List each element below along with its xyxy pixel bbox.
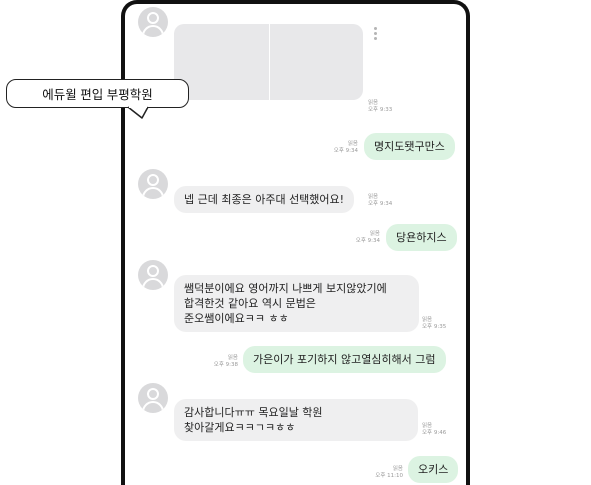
message-meta: 읽음 오후 9:35: [422, 317, 447, 330]
message-bubble-outgoing[interactable]: 가은이가 포기하지 않고열심히해서 그럼: [243, 346, 446, 373]
phone-frame: 읽음 오후 9:33 읽음 오후 9:34 명지도됏구만스 넵 근데 최종은 아…: [121, 0, 470, 485]
avatar[interactable]: [138, 7, 168, 37]
avatar[interactable]: [138, 169, 168, 199]
message-meta: 읽음 오후 11:10: [375, 466, 403, 479]
image-divider: [269, 24, 270, 100]
message-meta: 읽음 오후 9:34: [355, 231, 380, 244]
avatar[interactable]: [138, 260, 168, 290]
message-bubble-incoming[interactable]: 쌤덕분이에요 영어까지 나쁘게 보지않았기에 합격한것 같아요 역시 문법은 준…: [174, 275, 419, 332]
message-bubble-outgoing[interactable]: 명지도됏구만스: [364, 133, 455, 160]
message-meta: 읽음 오후 9:46: [422, 423, 447, 436]
message-bubble-outgoing[interactable]: 오키스: [408, 456, 459, 483]
avatar[interactable]: [138, 383, 168, 413]
message-bubble-outgoing[interactable]: 당욘하지스: [386, 224, 457, 251]
message-meta: 읽음 오후 9:33: [368, 100, 393, 113]
message-meta: 읽음 오후 9:34: [368, 194, 393, 207]
message-meta: 읽음 오후 9:34: [333, 141, 358, 154]
more-options-icon[interactable]: [374, 27, 377, 41]
message-meta: 읽음 오후 9:38: [213, 355, 238, 368]
academy-callout-label: 에듀윌 편입 부평학원: [6, 79, 189, 108]
message-bubble-incoming[interactable]: 넵 근데 최종은 아주대 선택했어요!: [174, 186, 355, 213]
message-bubble-incoming[interactable]: 감사합니다ㅠㅠ 목요일날 학원 찾아갈게요ㅋㅋㄱㅋㅎㅎ: [174, 399, 418, 441]
callout-tail: [128, 106, 149, 119]
